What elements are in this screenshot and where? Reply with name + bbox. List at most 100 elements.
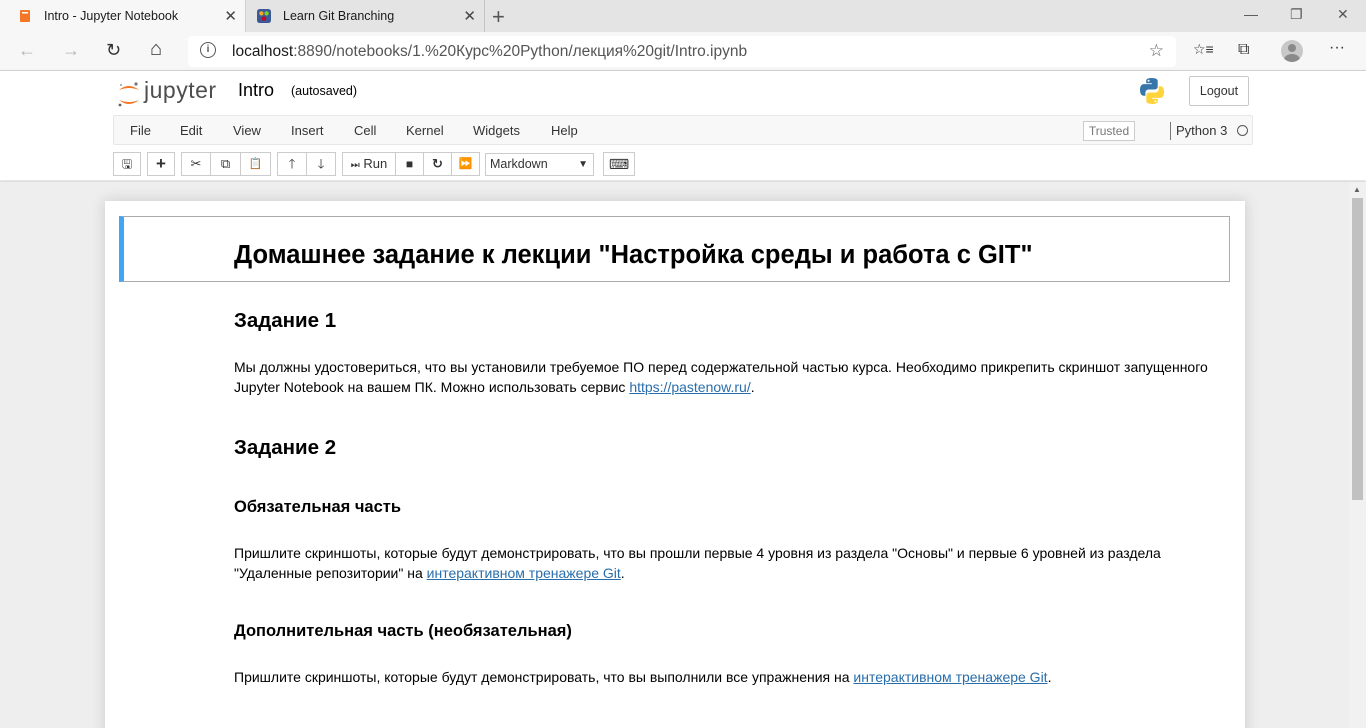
scissors-icon: ✂ [190,156,202,171]
task1-heading: Задание 1 [234,309,337,332]
scrollbar-thumb[interactable] [1352,198,1363,500]
run-icon: ⏭ [350,160,360,171]
notebook-toolbar: 🖫 + ✂ ⧉ 📋 🡑 🡓 ⏭ Run ■ ↻ ⏩ Markdown ▼ ⌨ [0,152,1366,178]
stop-icon: ■ [405,157,414,171]
notebook-favicon-icon [20,10,30,22]
logout-button[interactable]: Logout [1189,76,1249,106]
vertical-scrollbar[interactable]: ▲ [1349,182,1366,728]
url-path: :8890/notebooks/1.%20Курс%20Python/лекци… [293,43,748,60]
cell-type-value: Markdown [490,157,548,171]
url-host: localhost [232,43,294,60]
run-button[interactable]: ⏭ Run [342,152,396,176]
copy-icon: ⧉ [220,156,231,171]
move-up-button[interactable]: 🡑 [277,152,307,176]
browser-address-bar: ← → ↻ ⌂ i localhost:8890/notebooks/1.%20… [0,32,1366,71]
interrupt-button[interactable]: ■ [395,152,424,176]
new-tab-icon[interactable]: + [492,4,505,30]
collections-icon[interactable]: ⧉ [1238,41,1249,59]
jupyter-logo[interactable]: jupyter [116,77,226,107]
home-icon[interactable]: ⌂ [150,38,162,61]
restart-icon: ↻ [432,156,443,171]
keyboard-icon: ⌨ [608,156,630,172]
insert-cell-button[interactable]: + [147,152,175,176]
close-window-icon[interactable]: ✕ [1337,6,1349,23]
notebook-title: Домашнее задание к лекции "Настройка сре… [234,241,1033,269]
trusted-indicator[interactable]: Trusted [1083,121,1135,141]
favorite-star-icon[interactable]: ☆ [1149,41,1164,61]
copy-button[interactable]: ⧉ [210,152,241,176]
restart-run-all-button[interactable]: ⏩ [451,152,480,176]
plus-icon: + [156,154,166,173]
notebook-page: Домашнее задание к лекции "Настройка сре… [105,201,1245,728]
menu-view[interactable]: View [233,123,261,138]
menu-kernel[interactable]: Kernel [406,123,444,138]
tab-intro-jupyter[interactable]: Intro - Jupyter Notebook ✕ [0,0,246,32]
notebook-scroll-area[interactable]: Домашнее задание к лекции "Настройка сре… [0,182,1366,728]
move-down-button[interactable]: 🡓 [306,152,336,176]
browser-tab-bar: Intro - Jupyter Notebook ✕ Learn Git Bra… [0,0,1366,32]
chevron-down-icon: ▼ [578,159,588,170]
task1-line2: Jupyter Notebook на вашем ПК. Можно испо… [234,377,1234,397]
mandatory-line2: "Удаленные репозитории" на интерактивном… [234,563,1234,583]
task1-text: Мы должны удостовериться, что вы установ… [234,357,1234,397]
jupyter-logo-text: jupyter [144,77,217,103]
arrow-down-icon: 🡓 [317,156,325,171]
favorites-icon[interactable]: ☆≡ [1193,41,1214,58]
site-info-icon[interactable]: i [200,42,216,58]
menu-file[interactable]: File [130,123,151,138]
menu-widgets[interactable]: Widgets [473,123,520,138]
tab-learn-git[interactable]: Learn Git Branching ✕ [247,0,485,32]
close-tab-icon[interactable]: ✕ [224,7,237,25]
restart-button[interactable]: ↻ [423,152,452,176]
save-icon: 🖫 [121,157,133,171]
menu-bar: File Edit View Insert Cell Kernel Widget… [113,115,1253,145]
autosave-status: (autosaved) [291,84,358,98]
kernel-name[interactable]: Python 3 [1176,123,1227,138]
mandatory-heading: Обязательная часть [234,498,401,516]
mandatory-text: Пришлите скриншоты, которые будут демонс… [234,543,1234,583]
git-trainer-link[interactable]: интерактивном тренажере Git [427,565,621,581]
pastenow-link[interactable]: https://pastenow.ru/ [629,379,750,395]
more-icon[interactable]: ··· [1329,39,1345,57]
mandatory-line1: Пришлите скриншоты, которые будут демонс… [234,545,1161,561]
back-icon[interactable]: ← [18,40,36,61]
task2-heading: Задание 2 [234,436,337,459]
forward-icon[interactable]: → [62,40,80,61]
git-trainer-link[interactable]: интерактивном тренажере Git [853,669,1047,685]
menu-insert[interactable]: Insert [291,123,324,138]
task1-line1: Мы должны удостовериться, что вы установ… [234,359,1208,375]
menu-help[interactable]: Help [551,123,578,138]
paste-button[interactable]: 📋 [240,152,271,176]
run-label: Run [363,156,388,171]
close-tab-icon[interactable]: ✕ [463,7,476,25]
arrow-up-icon: 🡑 [288,156,296,171]
jupyter-logo-icon [118,82,139,107]
minimize-icon[interactable]: — [1244,6,1258,22]
restore-icon[interactable]: ❐ [1290,6,1303,23]
url-field[interactable]: i localhost:8890/notebooks/1.%20Курс%20P… [188,36,1176,67]
url-text: localhost:8890/notebooks/1.%20Курс%20Pyt… [232,43,747,61]
kernel-idle-indicator-icon [1237,125,1248,136]
menu-edit[interactable]: Edit [180,123,202,138]
python-logo-icon [1140,78,1164,104]
tab-title: Intro - Jupyter Notebook [44,9,179,23]
jupyter-header: jupyter Intro (autosaved) Logout File Ed… [0,71,1366,181]
optional-post: . [1047,669,1052,685]
paste-icon: 📋 [248,158,263,170]
cut-button[interactable]: ✂ [181,152,211,176]
task1-line2-post: . [750,379,755,395]
profile-avatar-icon[interactable] [1281,40,1303,62]
optional-heading: Дополнительная часть (необязательная) [234,622,572,640]
git-branching-favicon-icon [257,9,271,23]
fast-forward-icon: ⏩ [458,158,473,170]
task1-line2-pre: Jupyter Notebook на вашем ПК. Можно испо… [234,379,630,395]
cell-type-select[interactable]: Markdown ▼ [485,153,594,176]
menu-cell[interactable]: Cell [354,123,376,138]
command-palette-button[interactable]: ⌨ [603,152,635,176]
scroll-up-icon[interactable]: ▲ [1353,185,1361,194]
notebook-name[interactable]: Intro [238,80,274,101]
refresh-icon[interactable]: ↻ [106,40,121,61]
save-button[interactable]: 🖫 [113,152,141,176]
mandatory-line2-pre: "Удаленные репозитории" на [234,565,427,581]
mandatory-line2-post: . [620,565,625,581]
